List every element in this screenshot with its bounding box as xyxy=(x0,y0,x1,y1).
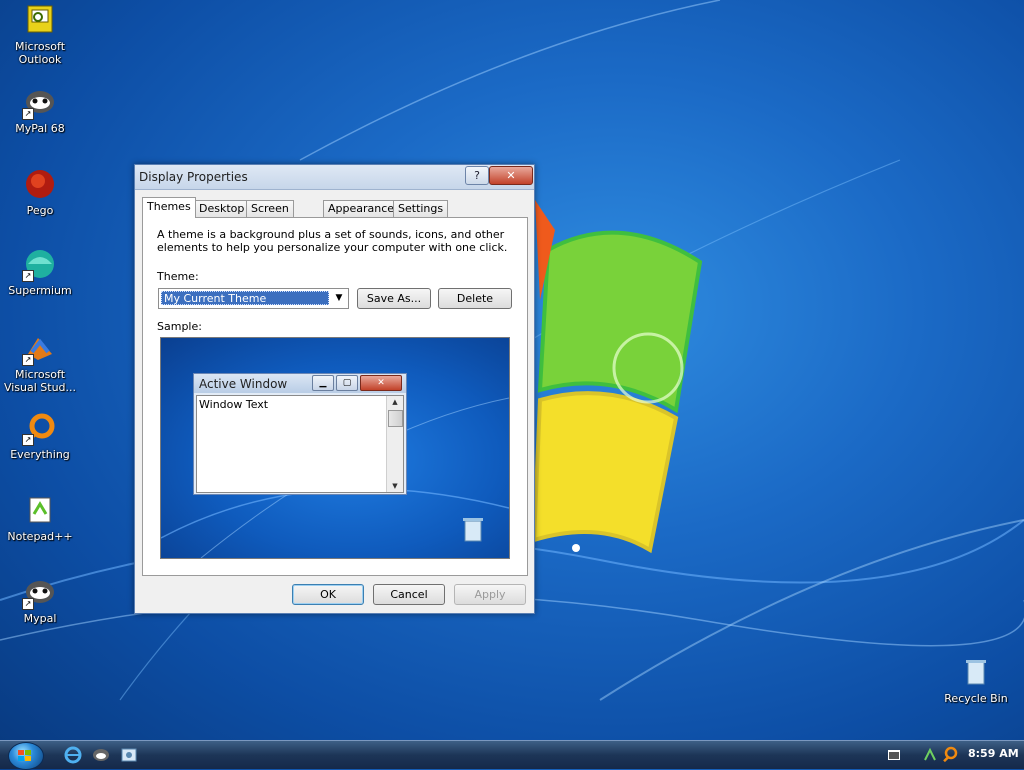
mypal-icon: ↗ xyxy=(22,86,56,120)
desktop-icon-label: Microsoft Outlook xyxy=(14,40,66,66)
scroll-thumb xyxy=(388,410,403,427)
close-button[interactable]: ✕ xyxy=(489,166,533,185)
show-desktop-icon[interactable] xyxy=(888,750,900,760)
tab-desktop[interactable]: Desktop xyxy=(194,200,250,217)
clock[interactable]: 8:59 AM xyxy=(968,747,1019,760)
internet-explorer-icon[interactable] xyxy=(64,746,82,764)
scroll-down-icon: ▼ xyxy=(392,482,398,490)
search-icon[interactable] xyxy=(942,746,958,764)
dialog-title: Display Properties xyxy=(139,170,248,184)
desktop-icon-notepadpp[interactable]: Notepad++ xyxy=(1,494,79,543)
notepadpp-icon xyxy=(24,494,56,526)
display-properties-dialog: Display Properties ? ✕ Themes Desktop Sc… xyxy=(134,164,535,614)
cancel-button[interactable]: Cancel xyxy=(373,584,445,605)
theme-description: A theme is a background plus a set of so… xyxy=(157,228,508,254)
windows-logo-icon xyxy=(18,750,31,761)
tab-themes[interactable]: Themes xyxy=(142,197,196,218)
recycle-bin-icon xyxy=(463,518,483,542)
desktop-icon-recycle-bin[interactable]: Recycle Bin xyxy=(937,656,1015,705)
sample-window-text: Window Text xyxy=(199,398,269,411)
desktop-icon-label: MyPal 68 xyxy=(15,122,65,135)
recycle-bin-icon xyxy=(960,656,992,688)
desktop-icon-label: Microsoft Visual Stud... xyxy=(3,368,77,394)
dialog-titlebar[interactable]: Display Properties ? ✕ xyxy=(135,165,534,190)
tab-appearance[interactable]: Appearance xyxy=(323,200,400,217)
theme-sample-preview: Active Window ▁ ▢ ✕ Window Text ▲ ▼ xyxy=(160,337,510,559)
theme-select-value: My Current Theme xyxy=(161,291,329,305)
desktop-icon-supermium[interactable]: ↗ Supermium xyxy=(1,248,79,297)
sample-active-window: Active Window ▁ ▢ ✕ Window Text ▲ ▼ xyxy=(193,373,407,495)
desktop-icon-mypal[interactable]: ↗ Mypal xyxy=(1,576,79,625)
network-icon[interactable] xyxy=(922,746,938,764)
scroll-up-icon: ▲ xyxy=(392,398,398,406)
everything-icon: ↗ xyxy=(22,412,56,446)
sample-scrollbar: ▲ ▼ xyxy=(386,396,403,492)
help-button[interactable]: ? xyxy=(465,166,489,185)
explorer-icon[interactable] xyxy=(120,746,138,764)
desktop-icon-label: Supermium xyxy=(8,284,72,297)
delete-button[interactable]: Delete xyxy=(438,288,512,309)
sample-window-body: Window Text ▲ ▼ xyxy=(196,395,404,493)
visual-studio-icon: ↗ xyxy=(22,332,56,366)
desktop-icon-pego[interactable]: Pego xyxy=(1,168,79,217)
desktop-icon-label: Pego xyxy=(26,204,54,217)
tab-settings[interactable]: Settings xyxy=(393,200,449,217)
chevron-down-icon[interactable]: ▼ xyxy=(331,290,347,306)
theme-label: Theme: xyxy=(157,270,199,283)
desktop-icon-mypal68[interactable]: ↗ MyPal 68 xyxy=(1,86,79,135)
minimize-icon: ▁ xyxy=(312,375,334,391)
desktop-icon-label: Notepad++ xyxy=(7,530,73,543)
start-button[interactable] xyxy=(8,742,44,770)
apply-button[interactable]: Apply xyxy=(454,584,526,605)
outlook-icon xyxy=(24,4,56,36)
close-icon: ✕ xyxy=(360,375,402,391)
pego-icon xyxy=(24,168,56,200)
taskbar: 8:59 AM xyxy=(0,740,1024,770)
desktop-icon-label: Everything xyxy=(10,448,70,461)
ok-button[interactable]: OK xyxy=(292,584,364,605)
sample-window-title: Active Window xyxy=(199,377,288,391)
desktop-icon-label: Recycle Bin xyxy=(944,692,1008,705)
themes-panel: A theme is a background plus a set of so… xyxy=(142,217,528,576)
sample-label: Sample: xyxy=(157,320,202,333)
theme-select[interactable]: My Current Theme ▼ xyxy=(158,288,349,309)
tab-screen-saver[interactable]: Screen Saver xyxy=(246,200,294,231)
mypal-icon: ↗ xyxy=(22,576,56,610)
desktop-icon-label: Mypal xyxy=(23,612,57,625)
desktop-icon-outlook[interactable]: Microsoft Outlook xyxy=(1,4,79,66)
desktop-icon-everything[interactable]: ↗ Everything xyxy=(1,412,79,461)
supermium-icon: ↗ xyxy=(22,248,56,282)
mypal-icon[interactable] xyxy=(92,746,110,764)
desktop-icon-visual-studio[interactable]: ↗ Microsoft Visual Stud... xyxy=(1,332,79,394)
sample-titlebar: Active Window ▁ ▢ ✕ xyxy=(194,374,406,393)
save-as-button[interactable]: Save As... xyxy=(357,288,431,309)
maximize-icon: ▢ xyxy=(336,375,358,391)
